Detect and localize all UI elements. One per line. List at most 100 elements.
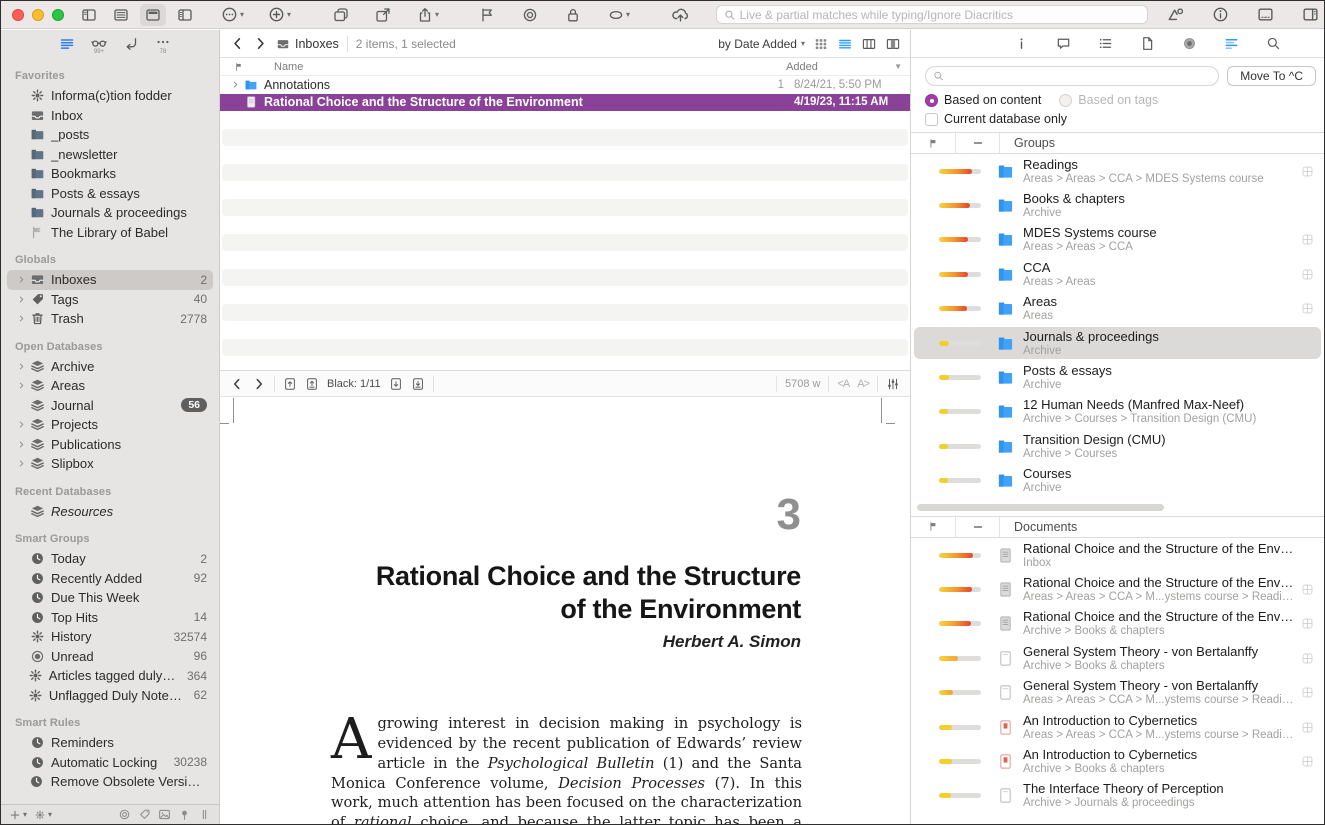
current-database-only-checkbox[interactable]: Current database only bbox=[925, 112, 1067, 126]
sidebar-item-articles-tagged-dulynot[interactable]: Articles tagged dulynot...364 bbox=[7, 666, 213, 686]
hook-button[interactable] bbox=[123, 36, 139, 52]
document-row[interactable]: An Introduction to CyberneticsAreas > Ar… bbox=[911, 710, 1324, 744]
target-small-button[interactable] bbox=[118, 808, 131, 821]
dots-button[interactable]: 78 bbox=[155, 35, 171, 54]
flag-column[interactable] bbox=[911, 138, 955, 149]
groups-scrollbar[interactable] bbox=[917, 504, 1164, 511]
lock-button[interactable] bbox=[560, 4, 586, 26]
sidebar-item-posts-essays[interactable]: Posts & essays bbox=[7, 184, 213, 204]
sidebar-item-automatic-locking[interactable]: Automatic Locking30238 bbox=[7, 753, 213, 773]
speech-button[interactable] bbox=[1051, 33, 1076, 54]
info-circle-button[interactable] bbox=[1207, 3, 1234, 26]
move-to-button[interactable]: Move To ^C bbox=[1227, 66, 1316, 86]
classify-search-input[interactable] bbox=[949, 69, 1211, 83]
stack-button[interactable] bbox=[328, 4, 354, 26]
sort-direction-icon[interactable]: ▼ bbox=[894, 63, 902, 71]
view-coverflow-button[interactable] bbox=[886, 37, 900, 51]
sidebar-item-today[interactable]: Today2 bbox=[7, 549, 213, 569]
flag-column-header[interactable] bbox=[228, 62, 250, 72]
font-smaller-button[interactable]: <A bbox=[837, 378, 849, 390]
table-row[interactable]: Rational Choice and the Structure of the… bbox=[220, 94, 910, 112]
sidebar-item-resources[interactable]: Resources bbox=[7, 502, 213, 522]
glasses-button[interactable]: 99+ bbox=[91, 35, 107, 54]
page-back-button[interactable] bbox=[230, 377, 244, 391]
open-in-tab-button[interactable] bbox=[1296, 268, 1318, 281]
flag-button[interactable] bbox=[474, 4, 500, 26]
sidebar-item-journal[interactable]: Journal56 bbox=[7, 396, 213, 416]
added-column-header[interactable]: Added bbox=[786, 61, 894, 73]
name-column-header[interactable]: Name bbox=[250, 61, 786, 73]
document-row[interactable]: The Interface Theory of PerceptionArchiv… bbox=[911, 779, 1324, 813]
left-panel-button[interactable] bbox=[172, 4, 198, 26]
open-in-tab-button[interactable] bbox=[1296, 686, 1318, 699]
sidebar-item-journals-proceedings[interactable]: Journals & proceedings bbox=[7, 203, 213, 223]
doc-plain-button[interactable] bbox=[1135, 33, 1160, 54]
open-in-tab-button[interactable] bbox=[1296, 721, 1318, 734]
open-in-tab-button[interactable] bbox=[1296, 583, 1318, 596]
table-row[interactable]: Annotations18/24/21, 5:50 PM bbox=[220, 76, 910, 94]
group-row[interactable]: CCAAreas > Areas bbox=[911, 257, 1324, 291]
sidebar-item-bookmarks[interactable]: Bookmarks bbox=[7, 164, 213, 184]
sidebar-item-tags[interactable]: Tags40 bbox=[7, 290, 213, 310]
group-row[interactable]: Books & chaptersArchive bbox=[911, 188, 1324, 222]
open-in-tab-button[interactable] bbox=[1296, 233, 1318, 246]
document-row[interactable]: Rational Choice and the Structure of the… bbox=[911, 538, 1324, 572]
document-row[interactable]: Rational Choice and the Structure of the… bbox=[911, 572, 1324, 606]
location-title[interactable]: Inboxes bbox=[276, 37, 339, 51]
page-forward-button[interactable] bbox=[252, 377, 266, 391]
reading-settings-button[interactable] bbox=[886, 377, 900, 391]
alert-badge-button[interactable] bbox=[1162, 3, 1189, 26]
previous-document-button[interactable] bbox=[283, 377, 297, 391]
sidebar-item-informa-c-tion-fodder[interactable]: Informa(c)tion fodder bbox=[7, 86, 213, 106]
document-row[interactable]: Rational Choice and the Structure of the… bbox=[911, 607, 1324, 641]
group-row[interactable]: AreasAreas bbox=[911, 292, 1324, 326]
sidebar-item-slipbox[interactable]: Slipbox bbox=[7, 454, 213, 474]
sidebar-item-publications[interactable]: Publications bbox=[7, 435, 213, 455]
sidebar-item-unflagged-duly-noted-p[interactable]: Unflagged Duly Noted p...62 bbox=[7, 686, 213, 706]
sidebar-item-archive[interactable]: Archive bbox=[7, 357, 213, 377]
group-row[interactable]: Posts & essaysArchive bbox=[911, 360, 1324, 394]
view-grid-button[interactable] bbox=[814, 37, 828, 51]
open-in-tab-button[interactable] bbox=[1296, 165, 1318, 178]
pin-button[interactable] bbox=[178, 808, 191, 821]
group-row[interactable]: CoursesArchive bbox=[911, 464, 1324, 498]
group-row[interactable]: MDES Systems courseAreas > Areas > CCA bbox=[911, 223, 1324, 257]
image-button[interactable] bbox=[158, 808, 171, 821]
font-larger-button[interactable]: A> bbox=[857, 378, 869, 390]
divider-handle-button[interactable] bbox=[198, 808, 211, 821]
align-lines-button[interactable] bbox=[1219, 33, 1244, 54]
document-row[interactable]: General System Theory - von BertalanffyA… bbox=[911, 675, 1324, 709]
toolbar-search-input[interactable] bbox=[740, 8, 1140, 22]
sidebar-item-projects[interactable]: Projects bbox=[7, 415, 213, 435]
sidebar-item-posts[interactable]: _posts bbox=[7, 125, 213, 145]
minimize-button[interactable] bbox=[32, 9, 44, 21]
sidebar-panel-button[interactable] bbox=[76, 4, 102, 26]
score-column[interactable] bbox=[955, 517, 999, 537]
sidebar-item-newsletter[interactable]: _newsletter bbox=[7, 145, 213, 165]
sidebar-item-trash[interactable]: Trash2778 bbox=[7, 309, 213, 329]
sidebar-item-inbox[interactable]: Inbox bbox=[7, 106, 213, 126]
group-row[interactable]: 12 Human Needs (Manfred Max-Neef)Archive… bbox=[911, 395, 1324, 429]
open-in-tab-button[interactable] bbox=[1296, 302, 1318, 315]
sidebar-item-history[interactable]: History32574 bbox=[7, 627, 213, 647]
next-document-button[interactable] bbox=[411, 377, 425, 391]
open-in-tab-button[interactable] bbox=[1296, 652, 1318, 665]
group-row[interactable]: ReadingsAreas > Areas > CCA > MDES Syste… bbox=[911, 154, 1324, 188]
plus-button[interactable]: ▾ bbox=[9, 809, 27, 821]
toolbar-search[interactable] bbox=[716, 5, 1148, 24]
score-column[interactable] bbox=[955, 133, 999, 153]
open-in-tab-button[interactable] bbox=[1296, 755, 1318, 768]
sidebar-item-due-this-week[interactable]: Due This Week bbox=[7, 588, 213, 608]
open-in-button[interactable] bbox=[370, 4, 396, 26]
sidebar-item-unread[interactable]: Unread96 bbox=[7, 647, 213, 667]
group-row[interactable]: Journals & proceedingsArchive bbox=[911, 326, 1324, 360]
group-row[interactable]: Transition Design (CMU)Archive > Courses bbox=[911, 429, 1324, 463]
bullet-list-button[interactable] bbox=[1093, 33, 1118, 54]
flag-column[interactable] bbox=[911, 521, 955, 532]
forward-button[interactable] bbox=[253, 36, 268, 51]
sidebar-item-reminders[interactable]: Reminders bbox=[7, 733, 213, 753]
sidebar-item-the-library-of-babel[interactable]: The Library of Babel bbox=[7, 223, 213, 243]
ellipsis-circle-button[interactable]: ▾ bbox=[216, 3, 249, 26]
tag-small-button[interactable] bbox=[138, 808, 151, 821]
plus-circle-button[interactable]: ▾ bbox=[263, 3, 296, 26]
